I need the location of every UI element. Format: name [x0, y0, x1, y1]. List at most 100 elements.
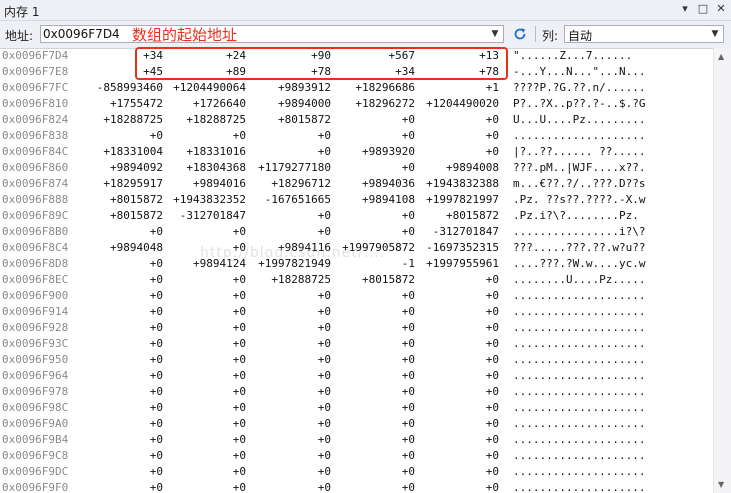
memory-value[interactable]: +0 [156, 304, 246, 320]
memory-value[interactable]: +0 [325, 480, 415, 493]
memory-value[interactable]: +1755472 [73, 96, 163, 112]
memory-value[interactable]: +9894016 [156, 176, 246, 192]
memory-value[interactable]: +0 [241, 224, 331, 240]
memory-value[interactable]: +9894000 [241, 96, 331, 112]
memory-value[interactable]: +0 [409, 112, 499, 128]
memory-value[interactable]: -312701847 [156, 208, 246, 224]
memory-value[interactable]: +0 [156, 416, 246, 432]
memory-value[interactable]: +0 [73, 224, 163, 240]
memory-value[interactable]: +9893920 [325, 144, 415, 160]
memory-value[interactable]: +0 [73, 448, 163, 464]
memory-value[interactable]: +18288725 [73, 112, 163, 128]
memory-value[interactable]: +0 [156, 224, 246, 240]
memory-value[interactable]: +0 [325, 288, 415, 304]
close-icon[interactable]: ✕ [714, 2, 728, 16]
memory-value[interactable]: +0 [156, 432, 246, 448]
memory-value[interactable]: +0 [409, 320, 499, 336]
memory-value[interactable]: +0 [325, 304, 415, 320]
memory-value[interactable]: +0 [73, 256, 163, 272]
memory-value[interactable]: +0 [241, 304, 331, 320]
memory-value[interactable]: +0 [156, 128, 246, 144]
memory-value[interactable]: +0 [325, 384, 415, 400]
memory-value[interactable]: +0 [156, 448, 246, 464]
memory-value[interactable]: +0 [241, 336, 331, 352]
memory-value[interactable]: +0 [241, 144, 331, 160]
memory-value[interactable]: +0 [156, 288, 246, 304]
memory-value[interactable]: +0 [241, 384, 331, 400]
memory-value[interactable]: +0 [409, 144, 499, 160]
memory-value[interactable]: +0 [156, 400, 246, 416]
memory-value[interactable]: +1943832352 [156, 192, 246, 208]
memory-value[interactable]: -1697352315 [409, 240, 499, 256]
memory-value[interactable]: +0 [156, 352, 246, 368]
memory-value[interactable]: +18296686 [325, 80, 415, 96]
memory-value[interactable]: +0 [325, 368, 415, 384]
memory-value[interactable]: +18288725 [241, 272, 331, 288]
vertical-scrollbar[interactable]: ▲ ▼ [713, 48, 731, 493]
columns-dropdown-icon[interactable]: ▼ [709, 27, 721, 41]
memory-value[interactable]: +0 [156, 336, 246, 352]
memory-value[interactable]: +0 [409, 480, 499, 493]
memory-value[interactable]: +0 [156, 464, 246, 480]
memory-value[interactable]: +1204490064 [156, 80, 246, 96]
memory-value[interactable]: +0 [73, 416, 163, 432]
memory-value[interactable]: +0 [409, 288, 499, 304]
memory-value[interactable]: +0 [409, 272, 499, 288]
memory-value[interactable]: +18331016 [156, 144, 246, 160]
memory-value[interactable]: +0 [73, 368, 163, 384]
memory-value[interactable]: +0 [241, 448, 331, 464]
address-input[interactable] [43, 26, 483, 42]
maximize-icon[interactable]: □ [696, 2, 710, 16]
window-menu-dropdown-icon[interactable]: ▾ [678, 2, 692, 16]
memory-value[interactable]: -312701847 [409, 224, 499, 240]
memory-value[interactable]: +0 [241, 432, 331, 448]
memory-value[interactable]: +9894008 [409, 160, 499, 176]
memory-value[interactable]: +0 [409, 384, 499, 400]
memory-value[interactable]: +0 [156, 480, 246, 493]
memory-value[interactable]: +9893912 [241, 80, 331, 96]
memory-value[interactable]: +9894092 [73, 160, 163, 176]
memory-value[interactable]: +0 [241, 416, 331, 432]
memory-value[interactable]: +0 [73, 384, 163, 400]
scroll-down-icon[interactable]: ▼ [718, 480, 724, 489]
memory-value[interactable]: +0 [325, 320, 415, 336]
memory-value[interactable]: +18296712 [241, 176, 331, 192]
memory-value[interactable]: +0 [325, 352, 415, 368]
memory-value[interactable]: +8015872 [241, 112, 331, 128]
memory-value[interactable]: +18288725 [156, 112, 246, 128]
memory-grid[interactable]: 0x0096F7D4 +34 +24 +90 +567 +13 "......Z...7..… [0, 48, 713, 493]
memory-value[interactable]: +9894108 [325, 192, 415, 208]
memory-value[interactable]: +18331004 [73, 144, 163, 160]
memory-value[interactable]: +0 [409, 464, 499, 480]
memory-value[interactable]: +0 [325, 464, 415, 480]
memory-value[interactable]: +0 [156, 368, 246, 384]
memory-value[interactable]: +9894036 [325, 176, 415, 192]
memory-value[interactable]: +0 [241, 208, 331, 224]
address-dropdown-icon[interactable]: ▼ [489, 27, 501, 41]
memory-value[interactable]: +1997821997 [409, 192, 499, 208]
memory-value[interactable]: +0 [73, 304, 163, 320]
memory-value[interactable]: +0 [409, 416, 499, 432]
memory-value[interactable]: +0 [73, 352, 163, 368]
memory-value[interactable]: +0 [241, 464, 331, 480]
memory-value[interactable]: +8015872 [73, 208, 163, 224]
memory-value[interactable]: +0 [241, 480, 331, 493]
memory-value[interactable]: +0 [325, 224, 415, 240]
memory-value[interactable]: +1997955961 [409, 256, 499, 272]
memory-value[interactable]: +1726640 [156, 96, 246, 112]
memory-value[interactable]: +18295917 [73, 176, 163, 192]
memory-value[interactable]: +0 [241, 288, 331, 304]
memory-value[interactable]: +0 [325, 400, 415, 416]
columns-select[interactable]: 自动 ▼ [564, 25, 724, 43]
memory-value[interactable]: +8015872 [409, 208, 499, 224]
memory-value[interactable]: +0 [409, 432, 499, 448]
memory-value[interactable]: +0 [325, 208, 415, 224]
memory-value[interactable]: -167651665 [241, 192, 331, 208]
scroll-up-icon[interactable]: ▲ [718, 52, 724, 61]
memory-value[interactable]: +0 [73, 320, 163, 336]
memory-value[interactable]: +0 [409, 336, 499, 352]
memory-value[interactable]: +0 [241, 400, 331, 416]
memory-value[interactable]: +0 [73, 128, 163, 144]
memory-value[interactable]: +0 [73, 400, 163, 416]
address-combobox[interactable]: ▼ [40, 25, 504, 43]
